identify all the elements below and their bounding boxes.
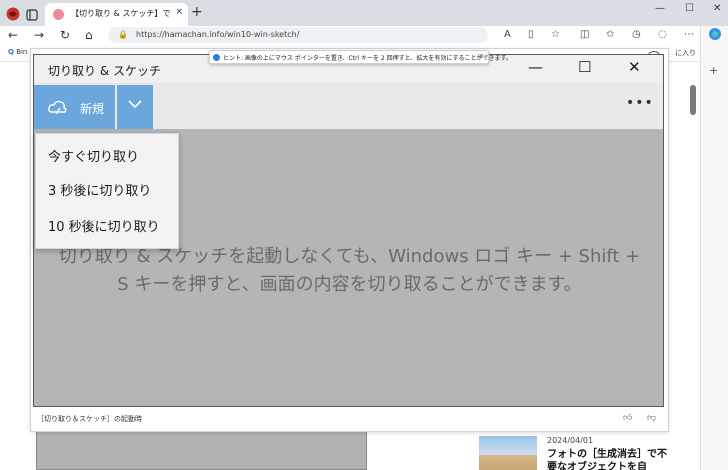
app-hint-text: 切り取り & スケッチを起動しなくても、Windows ロゴ キー + Shif…: [58, 246, 641, 295]
article-thumbnail[interactable]: [479, 436, 537, 470]
thumbs-up-icon[interactable]: 👍︎: [623, 413, 632, 423]
favorites-other-link[interactable]: に入り: [675, 48, 696, 58]
url-field[interactable]: 🔒 https://hamachan.info/win10-win-sketch…: [108, 27, 488, 43]
window-maximize-button[interactable]: ☐: [685, 3, 694, 14]
split-screen-icon[interactable]: ◫: [580, 29, 589, 40]
snip-cloud-icon: [48, 98, 68, 120]
new-snip-button[interactable]: 新規: [34, 85, 115, 129]
more-options-button[interactable]: •••: [626, 95, 654, 111]
image-caption: ［切り取り＆スケッチ］の起動時: [37, 415, 142, 423]
window-close-button[interactable]: ✕: [713, 3, 721, 14]
back-arrow-icon[interactable]: ←: [8, 28, 18, 42]
snip-delay-dropdown-button[interactable]: [117, 85, 153, 129]
app-toolbar: 新規 •••: [34, 83, 663, 129]
downloads-icon[interactable]: ◌: [658, 29, 667, 40]
forward-arrow-icon[interactable]: →: [34, 28, 44, 42]
tooltip-close-icon[interactable]: ×: [478, 52, 484, 60]
app-maximize-button[interactable]: ☐: [578, 58, 591, 76]
favorite-star-icon[interactable]: ☆: [551, 29, 560, 40]
info-icon: [213, 54, 220, 61]
lock-icon: 🔒: [118, 30, 128, 39]
more-menu-icon[interactable]: ⋯: [684, 29, 694, 40]
zoom-hint-tooltip: ヒント: 画像の上にマウス ポインターを置き、Ctrl キーを 2 回押すと、拡…: [209, 50, 512, 64]
site-favicon-icon: [53, 9, 64, 20]
new-snip-label: 新規: [80, 102, 105, 116]
new-tab-button[interactable]: +: [191, 4, 203, 20]
address-bar-row: ← → ↻ ⌂ 🔒 https://hamachan.info/win10-wi…: [0, 26, 728, 44]
refresh-icon[interactable]: ↻: [60, 28, 70, 42]
tab-title: 【切り取り & スケッチ】でスクリーン: [71, 9, 171, 18]
app-minimize-button[interactable]: —: [528, 58, 543, 76]
menu-item-snip-10s[interactable]: 10 秒後に切り取り: [48, 216, 160, 235]
tab-actions-icon[interactable]: [26, 6, 40, 21]
app-title: 切り取り & スケッチ: [48, 64, 161, 78]
url-text: https://hamachan.info/win10-win-sketch/: [136, 30, 300, 39]
app-close-button[interactable]: ✕: [628, 58, 641, 76]
thumbs-down-icon[interactable]: 👎︎: [647, 413, 656, 423]
window-minimize-button[interactable]: —: [655, 3, 665, 14]
favorites-bing-link[interactable]: Q Bin: [8, 48, 27, 56]
menu-item-snip-now[interactable]: 今すぐ切り取り: [48, 146, 139, 165]
read-aloud-icon[interactable]: A: [504, 29, 511, 40]
tooltip-text: ヒント: 画像の上にマウス ポインターを置き、Ctrl キーを 2 回押すと、拡…: [223, 55, 512, 62]
menu-item-snip-3s[interactable]: 3 秒後に切り取り: [48, 180, 151, 199]
profile-icon[interactable]: [6, 6, 20, 21]
browser-tab-strip: 【切り取り & スケッチ】でスクリーン × + — ☐ ✕: [0, 0, 728, 26]
home-icon[interactable]: ⌂: [85, 28, 93, 42]
tab-active[interactable]: 【切り取り & スケッチ】でスクリーン ×: [45, 3, 188, 26]
sidebar-add-icon[interactable]: +: [709, 64, 718, 77]
edge-sidebar: +: [700, 26, 728, 470]
immersive-reader-icon[interactable]: ▯: [528, 29, 534, 40]
article-title[interactable]: フォトの［生成消去］で不要なオブジェクトを自: [547, 448, 667, 470]
tab-close-icon[interactable]: ×: [175, 7, 183, 17]
page-scrollbar[interactable]: [690, 85, 696, 115]
favorites-icon[interactable]: ✩: [606, 29, 614, 40]
chevron-down-icon: [128, 98, 142, 112]
copilot-icon[interactable]: [709, 28, 721, 43]
article-date: 2024/04/01: [547, 436, 594, 445]
history-icon[interactable]: ◷: [632, 29, 641, 40]
snip-delay-menu: 今すぐ切り取り 3 秒後に切り取り 10 秒後に切り取り: [35, 133, 179, 249]
